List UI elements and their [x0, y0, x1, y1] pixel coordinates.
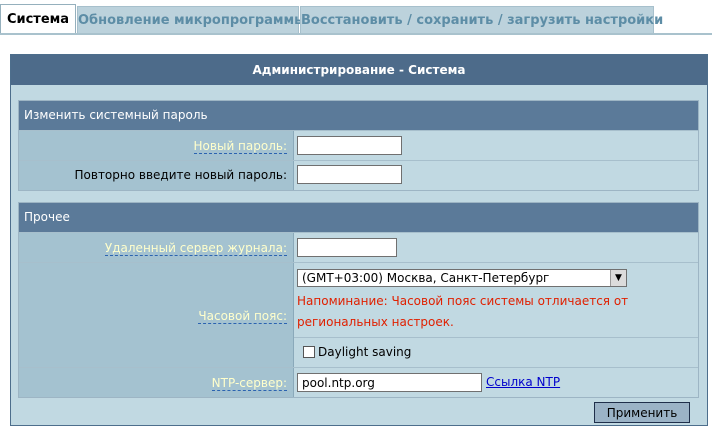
- remote-log-server-input[interactable]: [297, 238, 397, 257]
- system-admin-panel: Администрирование - Система Изменить сис…: [10, 54, 708, 426]
- new-password-label[interactable]: Новый пароль:: [193, 139, 287, 154]
- misc-section: Прочее Удаленный сервер журнала: Часовой…: [18, 202, 699, 398]
- new-password-value-cell: [294, 131, 698, 160]
- daylight-saving-label[interactable]: Daylight saving: [318, 345, 411, 359]
- remote-log-label-cell: Удаленный сервер журнала:: [19, 233, 294, 262]
- chevron-down-icon[interactable]: ▼: [610, 270, 626, 286]
- remote-log-row: Удаленный сервер журнала:: [19, 232, 698, 262]
- timezone-warning: Напоминание: Часовой пояс системы отлича…: [297, 294, 629, 329]
- repeat-password-label: Повторно введите новый пароль:: [74, 168, 288, 182]
- remote-log-label[interactable]: Удаленный сервер журнала:: [104, 241, 287, 256]
- ntp-link[interactable]: Ссылка NTP: [486, 375, 560, 389]
- repeat-password-row: Повторно введите новый пароль:: [19, 160, 698, 190]
- timezone-select[interactable]: (GMT+03:00) Москва, Санкт-Петербург ▼: [297, 269, 627, 287]
- remote-log-value-cell: [294, 233, 698, 262]
- daylight-saving-cell: Daylight saving: [294, 338, 698, 368]
- tab-firmware-update[interactable]: Обновление микропрограммы: [77, 6, 306, 33]
- apply-button[interactable]: Применить: [594, 402, 690, 423]
- password-section: Изменить системный пароль Новый пароль: …: [18, 100, 699, 191]
- timezone-label[interactable]: Часовой пояс:: [198, 309, 287, 324]
- repeat-password-input[interactable]: [297, 165, 402, 184]
- timezone-label-cell: Часовой пояс:: [19, 263, 294, 367]
- timezone-selected-value: (GMT+03:00) Москва, Санкт-Петербург: [302, 271, 550, 285]
- tab-bar: Система Обновление микропрограммы Восста…: [0, 0, 712, 35]
- tab-system[interactable]: Система: [0, 4, 76, 34]
- ntp-label[interactable]: NTP-сервер:: [211, 376, 287, 391]
- ntp-server-input[interactable]: [297, 373, 482, 392]
- panel-title: Администрирование - Система: [11, 55, 707, 85]
- repeat-password-value-cell: [294, 161, 698, 190]
- misc-section-header: Прочее: [19, 203, 698, 232]
- timezone-value-cell: (GMT+03:00) Москва, Санкт-Петербург ▼ На…: [294, 263, 698, 367]
- repeat-password-label-cell: Повторно введите новый пароль:: [19, 161, 294, 190]
- password-section-header: Изменить системный пароль: [19, 101, 698, 130]
- ntp-value-cell: Ссылка NTP: [294, 368, 698, 397]
- timezone-row: Часовой пояс: (GMT+03:00) Москва, Санкт-…: [19, 262, 698, 367]
- daylight-saving-checkbox[interactable]: [303, 346, 315, 358]
- new-password-row: Новый пароль:: [19, 130, 698, 160]
- ntp-label-cell: NTP-сервер:: [19, 368, 294, 397]
- new-password-input[interactable]: [297, 136, 402, 155]
- new-password-label-cell: Новый пароль:: [19, 131, 294, 160]
- tab-restore-save-load-settings[interactable]: Восстановить / сохранить / загрузить нас…: [300, 6, 663, 33]
- tab-underline: [0, 33, 712, 35]
- ntp-row: NTP-сервер: Ссылка NTP: [19, 367, 698, 397]
